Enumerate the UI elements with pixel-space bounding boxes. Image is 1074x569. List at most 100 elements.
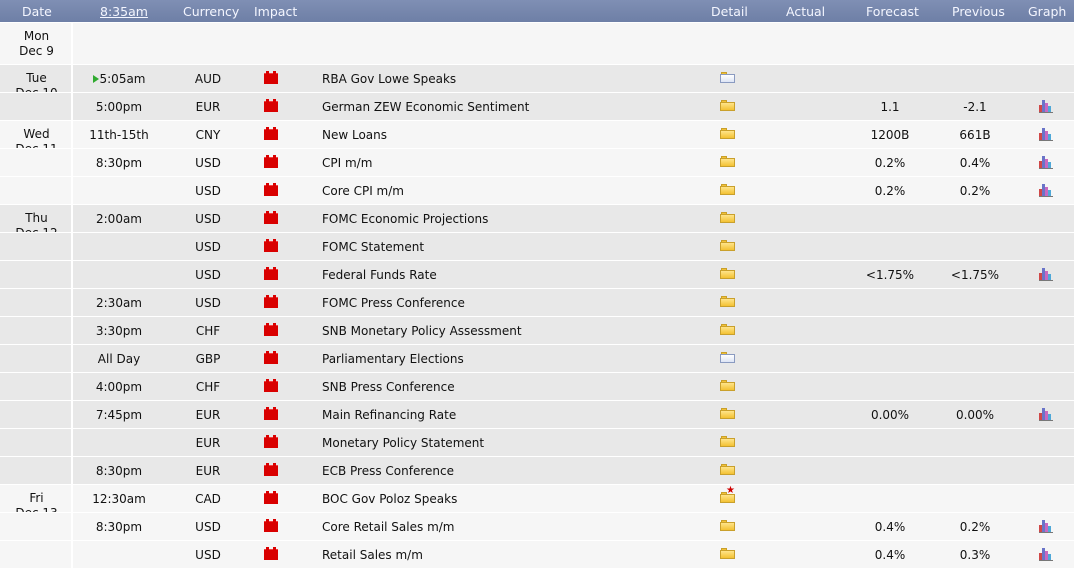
event-title[interactable]: BOC Gov Poloz Speaks bbox=[322, 492, 457, 506]
folder-icon[interactable] bbox=[720, 380, 735, 391]
event-time-text: 8:30pm bbox=[95, 464, 143, 478]
bar-graph-icon[interactable] bbox=[1039, 548, 1053, 561]
event-title[interactable]: RBA Gov Lowe Speaks bbox=[322, 72, 456, 86]
paper-folder-icon[interactable] bbox=[720, 72, 735, 83]
folder-icon[interactable] bbox=[720, 212, 735, 223]
high-impact-folder-icon[interactable] bbox=[264, 239, 278, 252]
high-impact-folder-icon[interactable] bbox=[264, 519, 278, 532]
high-impact-folder-icon[interactable] bbox=[264, 127, 278, 140]
day-row-empty: Mon Dec 9 bbox=[0, 22, 1074, 65]
event-time: 2:30am bbox=[74, 296, 164, 310]
high-impact-folder-icon[interactable] bbox=[264, 323, 278, 336]
folder-icon[interactable] bbox=[720, 408, 735, 419]
event-time-text: 11th-15th bbox=[89, 128, 149, 142]
table-body: MonDec 9 TueDec 10 5:05am AUD RBA Gov Lowe S… bbox=[0, 22, 1074, 569]
date-cell bbox=[0, 345, 73, 373]
event-time: 11th-15th bbox=[74, 128, 164, 142]
star-icon: ★ bbox=[726, 485, 735, 496]
event-title[interactable]: Monetary Policy Statement bbox=[322, 436, 484, 450]
table-row: USD FOMC Statement bbox=[0, 232, 1074, 261]
high-impact-folder-icon[interactable] bbox=[264, 435, 278, 448]
folder-icon[interactable] bbox=[720, 520, 735, 531]
event-time: 3:30pm bbox=[74, 324, 164, 338]
star-folder-icon[interactable]: ★ bbox=[720, 486, 735, 503]
high-impact-folder-icon[interactable] bbox=[264, 295, 278, 308]
folder-icon[interactable] bbox=[720, 156, 735, 167]
high-impact-folder-icon[interactable] bbox=[264, 351, 278, 364]
folder-icon[interactable] bbox=[720, 100, 735, 111]
event-forecast: 0.4% bbox=[874, 548, 906, 562]
event-time-text: 2:00am bbox=[96, 212, 142, 226]
event-title[interactable]: FOMC Press Conference bbox=[322, 296, 465, 310]
event-title[interactable]: German ZEW Economic Sentiment bbox=[322, 100, 529, 114]
event-currency: EUR bbox=[195, 464, 221, 478]
event-title[interactable]: FOMC Statement bbox=[322, 240, 424, 254]
event-title[interactable]: ECB Press Conference bbox=[322, 464, 454, 478]
event-time-text: 8:30pm bbox=[95, 156, 143, 170]
header-impact: Impact bbox=[254, 4, 298, 19]
event-currency: USD bbox=[195, 184, 221, 198]
bar-graph-icon[interactable] bbox=[1039, 408, 1053, 421]
bar-graph-icon[interactable] bbox=[1039, 128, 1053, 141]
high-impact-folder-icon[interactable] bbox=[264, 71, 278, 84]
high-impact-folder-icon[interactable] bbox=[264, 99, 278, 112]
event-title[interactable]: SNB Press Conference bbox=[322, 380, 455, 394]
date-cell bbox=[0, 261, 73, 289]
event-title[interactable]: Retail Sales m/m bbox=[322, 548, 423, 562]
paper-folder-icon[interactable] bbox=[720, 352, 735, 363]
bar-graph-icon[interactable] bbox=[1039, 100, 1053, 113]
bar-graph-icon[interactable] bbox=[1039, 184, 1053, 197]
header-time-link[interactable]: 8:35am bbox=[100, 4, 148, 19]
folder-icon[interactable] bbox=[720, 436, 735, 447]
day-of-week: Fri bbox=[29, 491, 44, 505]
high-impact-folder-icon[interactable] bbox=[264, 547, 278, 560]
high-impact-folder-icon[interactable] bbox=[264, 379, 278, 392]
event-forecast: 0.2% bbox=[874, 184, 906, 198]
high-impact-folder-icon[interactable] bbox=[264, 407, 278, 420]
folder-icon[interactable] bbox=[720, 268, 735, 279]
event-time: 12:30am bbox=[74, 492, 164, 506]
event-time-text: 12:30am bbox=[92, 492, 146, 506]
high-impact-folder-icon[interactable] bbox=[264, 211, 278, 224]
high-impact-folder-icon[interactable] bbox=[264, 267, 278, 280]
folder-icon[interactable] bbox=[720, 296, 735, 307]
event-title[interactable]: FOMC Economic Projections bbox=[322, 212, 488, 226]
event-currency: GBP bbox=[195, 352, 221, 366]
table-row: USD Federal Funds Rate <1.75% <1.75% bbox=[0, 260, 1074, 289]
folder-icon[interactable] bbox=[720, 240, 735, 251]
table-row: ThuDec 12 2:00am USD FOMC Economic Projecti… bbox=[0, 204, 1074, 240]
table-row: 4:00pm CHF SNB Press Conference bbox=[0, 372, 1074, 401]
event-title[interactable]: Federal Funds Rate bbox=[322, 268, 437, 282]
event-currency: EUR bbox=[195, 100, 221, 114]
table-row: USD Core CPI m/m 0.2% 0.2% bbox=[0, 176, 1074, 205]
event-title[interactable]: Main Refinancing Rate bbox=[322, 408, 456, 422]
high-impact-folder-icon[interactable] bbox=[264, 183, 278, 196]
event-forecast: 1200B bbox=[870, 128, 910, 142]
date-cell bbox=[0, 373, 73, 401]
high-impact-folder-icon[interactable] bbox=[264, 155, 278, 168]
folder-icon[interactable] bbox=[720, 548, 735, 559]
date-cell bbox=[0, 149, 73, 177]
event-currency: EUR bbox=[195, 436, 221, 450]
bar-graph-icon[interactable] bbox=[1039, 520, 1053, 533]
bar-graph-icon[interactable] bbox=[1039, 268, 1053, 281]
header-forecast: Forecast bbox=[866, 4, 919, 19]
folder-icon[interactable] bbox=[720, 128, 735, 139]
event-title[interactable]: Parliamentary Elections bbox=[322, 352, 464, 366]
event-previous: -2.1 bbox=[963, 100, 987, 114]
high-impact-folder-icon[interactable] bbox=[264, 491, 278, 504]
folder-icon[interactable] bbox=[720, 324, 735, 335]
event-title[interactable]: New Loans bbox=[322, 128, 387, 142]
event-title[interactable]: Core Retail Sales m/m bbox=[322, 520, 455, 534]
date-cell: Mon Dec 9 bbox=[0, 23, 73, 65]
event-time-text: 2:30am bbox=[96, 296, 142, 310]
date-cell: ThuDec 12 bbox=[0, 205, 73, 240]
event-time: 5:05am bbox=[74, 72, 164, 86]
high-impact-folder-icon[interactable] bbox=[264, 463, 278, 476]
folder-icon[interactable] bbox=[720, 464, 735, 475]
folder-icon[interactable] bbox=[720, 184, 735, 195]
event-title[interactable]: CPI m/m bbox=[322, 156, 372, 170]
event-title[interactable]: SNB Monetary Policy Assessment bbox=[322, 324, 522, 338]
event-title[interactable]: Core CPI m/m bbox=[322, 184, 404, 198]
bar-graph-icon[interactable] bbox=[1039, 156, 1053, 169]
